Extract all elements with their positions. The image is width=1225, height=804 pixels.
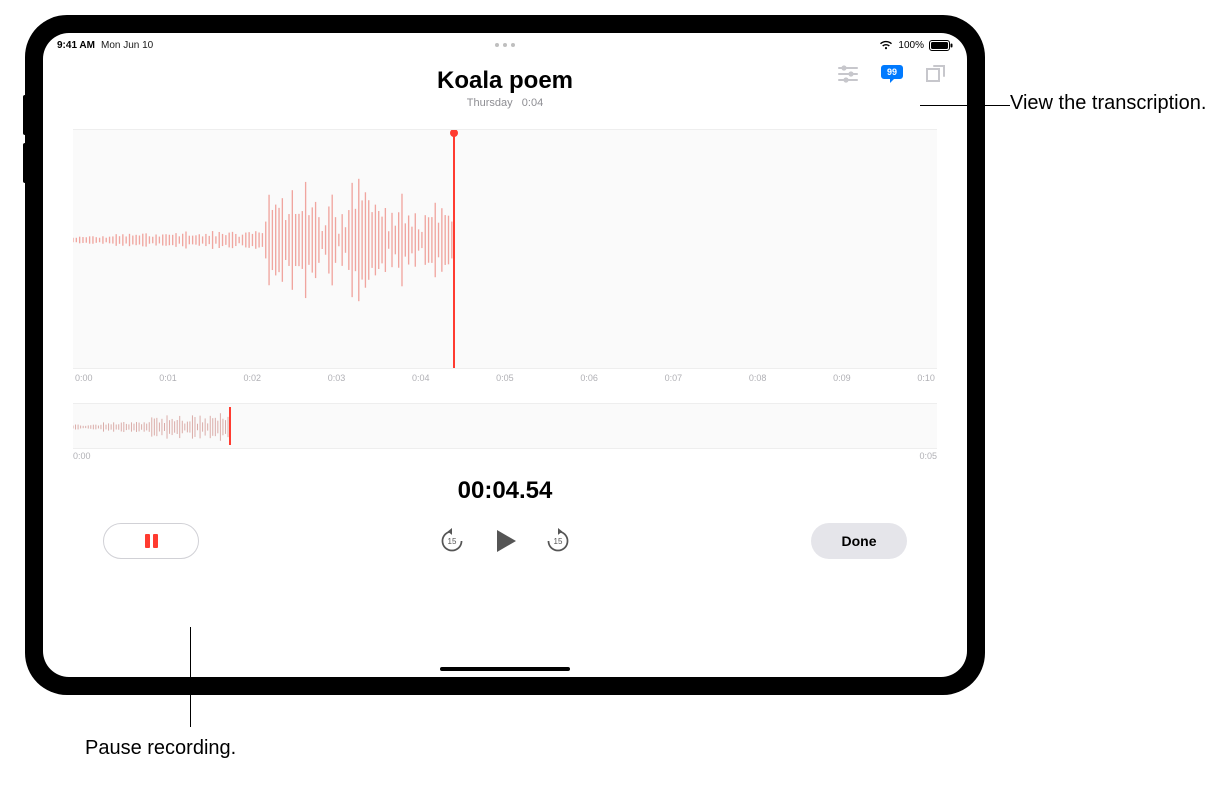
overview-playhead-icon[interactable] — [229, 407, 231, 445]
trim-icon[interactable] — [923, 63, 949, 85]
top-toolbar: 99 — [835, 63, 949, 85]
controls-row: 15 15 Done — [43, 505, 967, 559]
wifi-icon — [879, 40, 893, 50]
playhead-icon[interactable] — [453, 130, 455, 368]
recording-day: Thursday — [467, 97, 513, 109]
overview-waveform[interactable] — [73, 403, 937, 449]
ruler-tick: 0:08 — [749, 373, 767, 383]
overview-start-label: 0:00 — [73, 451, 91, 461]
screen: 9:41 AM Mon Jun 10 100% 99 — [43, 33, 967, 677]
callout-pause: Pause recording. — [85, 735, 265, 761]
battery-icon — [929, 40, 953, 51]
callout-transcription-text: View the transcription. — [1010, 92, 1206, 114]
battery-percent: 100% — [898, 40, 924, 51]
ruler-tick: 0:10 — [917, 373, 935, 383]
status-right: 100% — [879, 40, 953, 51]
recording-title[interactable]: Koala poem — [43, 67, 967, 95]
ruler-tick: 0:07 — [665, 373, 683, 383]
overview-end-label: 0:05 — [919, 451, 937, 461]
done-button[interactable]: Done — [811, 523, 907, 559]
ruler-tick: 0:04 — [412, 373, 430, 383]
transcription-icon[interactable]: 99 — [879, 63, 905, 85]
svg-text:99: 99 — [887, 67, 897, 77]
ruler-tick: 0:05 — [496, 373, 514, 383]
ipad-frame: 9:41 AM Mon Jun 10 100% 99 — [25, 15, 985, 695]
ruler-tick: 0:02 — [243, 373, 261, 383]
recording-duration: 0:04 — [522, 97, 543, 109]
ruler-tick: 0:09 — [833, 373, 851, 383]
ruler-tick: 0:03 — [328, 373, 346, 383]
main-waveform[interactable] — [73, 129, 937, 369]
skip-back-15-button[interactable]: 15 — [439, 528, 465, 554]
time-ruler: 0:00 0:01 0:02 0:03 0:04 0:05 0:06 0:07 0:08 0:09… — [73, 371, 937, 385]
volume-up-hw-button — [23, 95, 27, 135]
skip-back-label: 15 — [448, 537, 457, 546]
playback-controls: 15 15 — [439, 527, 571, 555]
play-button[interactable] — [491, 527, 519, 555]
options-icon[interactable] — [835, 63, 861, 85]
elapsed-timer: 00:04.54 — [43, 477, 967, 505]
pause-button[interactable] — [103, 523, 199, 559]
ruler-tick: 0:01 — [159, 373, 177, 383]
skip-forward-15-button[interactable]: 15 — [545, 528, 571, 554]
status-time: 9:41 AM — [57, 40, 95, 51]
volume-down-hw-button — [23, 143, 27, 183]
home-indicator[interactable] — [440, 667, 570, 671]
pause-icon — [145, 534, 158, 548]
overview-labels: 0:00 0:05 — [73, 451, 937, 461]
title-area: Koala poem Thursday 0:04 — [43, 67, 967, 109]
multitask-dots-icon[interactable] — [495, 43, 515, 47]
ruler-tick: 0:00 — [75, 373, 93, 383]
status-date: Mon Jun 10 — [101, 40, 153, 51]
ruler-tick: 0:06 — [580, 373, 598, 383]
done-label: Done — [842, 533, 877, 549]
skip-fwd-label: 15 — [554, 537, 563, 546]
callout-pause-text: Pause recording. — [85, 737, 236, 759]
callout-transcription: View the transcription. — [1010, 90, 1210, 116]
status-bar: 9:41 AM Mon Jun 10 100% — [43, 33, 967, 55]
